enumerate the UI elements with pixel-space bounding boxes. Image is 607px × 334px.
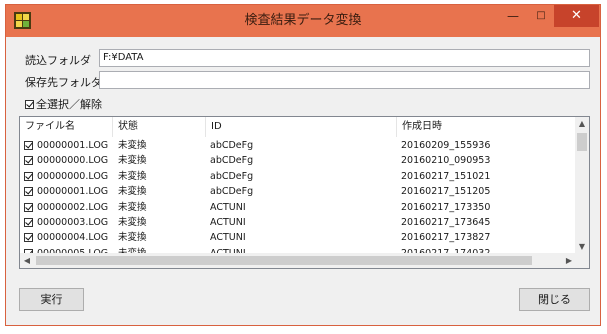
save-folder-label: 保存先フォルダ bbox=[25, 76, 102, 89]
row-id: ACTUNI bbox=[210, 201, 246, 213]
row-id: abCDeFg bbox=[210, 170, 254, 182]
row-id: abCDeFg bbox=[210, 155, 254, 167]
scroll-up-icon[interactable]: ▲ bbox=[575, 117, 589, 131]
minimize-button[interactable]: — bbox=[500, 5, 526, 27]
title-bar[interactable]: 検査結果データ変換 — □ ✕ bbox=[6, 5, 600, 37]
row-created: 20160217_173827 bbox=[401, 232, 491, 244]
row-created: 20160217_173645 bbox=[401, 216, 491, 228]
row-checkbox[interactable] bbox=[24, 156, 33, 166]
row-filename: 00000004.LOG bbox=[37, 232, 109, 244]
row-filename: 00000000.LOG bbox=[37, 170, 109, 182]
row-created: 20160210_090953 bbox=[401, 155, 491, 167]
file-list[interactable]: ファイル名 状態 ID 作成日時 00000001.LOG 未変換 abCDeF… bbox=[19, 116, 590, 269]
row-filename: 00000000.LOG bbox=[37, 155, 109, 167]
row-filename: 00000001.LOG bbox=[37, 140, 109, 151]
row-status: 未変換 bbox=[118, 155, 147, 167]
maximize-button[interactable]: □ bbox=[528, 5, 554, 27]
row-filename: 00000002.LOG bbox=[37, 201, 109, 213]
select-all-label: 全選択／解除 bbox=[36, 98, 102, 111]
app-window: 検査結果データ変換 — □ ✕ 読込フォルダ F:¥DATA 保存先フォルダ 全… bbox=[5, 4, 601, 326]
scrollbar-corner bbox=[575, 253, 589, 268]
select-all-toggle[interactable]: 全選択／解除 bbox=[25, 98, 102, 112]
execute-button[interactable]: 実行 bbox=[19, 288, 84, 311]
vertical-scrollbar[interactable]: ▲ ▼ bbox=[575, 117, 589, 254]
column-header-filename[interactable]: ファイル名 bbox=[20, 117, 113, 137]
list-header: ファイル名 状態 ID 作成日時 bbox=[20, 117, 576, 137]
table-row[interactable]: 00000001.LOG 未変換 abCDeFg 20160217_151205 bbox=[20, 184, 576, 199]
horizontal-scrollbar[interactable]: ◀ ▶ bbox=[20, 253, 576, 268]
row-id: abCDeFg bbox=[210, 140, 254, 151]
list-rows: 00000001.LOG 未変換 abCDeFg 20160209_155936… bbox=[20, 138, 576, 261]
row-checkbox[interactable] bbox=[24, 233, 33, 243]
row-filename: 00000001.LOG bbox=[37, 186, 109, 198]
row-checkbox[interactable] bbox=[24, 217, 33, 227]
horizontal-scroll-thumb[interactable] bbox=[36, 256, 532, 265]
row-created: 20160217_151205 bbox=[401, 186, 491, 198]
table-row[interactable]: 00000000.LOG 未変換 abCDeFg 20160217_151021 bbox=[20, 169, 576, 184]
vertical-scroll-thumb[interactable] bbox=[577, 133, 587, 151]
scroll-left-icon[interactable]: ◀ bbox=[20, 253, 34, 268]
row-checkbox[interactable] bbox=[24, 141, 33, 150]
row-created: 20160217_173350 bbox=[401, 201, 491, 213]
table-row[interactable]: 00000001.LOG 未変換 abCDeFg 20160209_155936 bbox=[20, 138, 576, 153]
row-id: abCDeFg bbox=[210, 186, 254, 198]
row-status: 未変換 bbox=[118, 232, 147, 244]
row-created: 20160209_155936 bbox=[401, 140, 491, 151]
close-window-button[interactable]: ✕ bbox=[554, 5, 599, 27]
read-folder-label: 読込フォルダ bbox=[25, 54, 91, 67]
row-checkbox[interactable] bbox=[24, 187, 33, 197]
select-all-checkbox[interactable] bbox=[25, 100, 34, 109]
row-checkbox[interactable] bbox=[24, 202, 33, 212]
close-button[interactable]: 閉じる bbox=[519, 288, 590, 311]
row-status: 未変換 bbox=[118, 186, 147, 198]
row-status: 未変換 bbox=[118, 170, 147, 182]
row-status: 未変換 bbox=[118, 216, 147, 228]
column-header-created[interactable]: 作成日時 bbox=[397, 117, 576, 137]
row-id: ACTUNI bbox=[210, 232, 246, 244]
save-folder-field[interactable] bbox=[99, 71, 590, 89]
row-filename: 00000003.LOG bbox=[37, 216, 109, 228]
scroll-right-icon[interactable]: ▶ bbox=[562, 253, 576, 268]
scroll-down-icon[interactable]: ▼ bbox=[575, 240, 589, 254]
row-checkbox[interactable] bbox=[24, 171, 33, 181]
table-row[interactable]: 00000004.LOG 未変換 ACTUNI 20160217_173827 bbox=[20, 230, 576, 245]
table-row[interactable]: 00000000.LOG 未変換 abCDeFg 20160210_090953 bbox=[20, 153, 576, 168]
column-header-id[interactable]: ID bbox=[206, 117, 397, 137]
table-row[interactable]: 00000003.LOG 未変換 ACTUNI 20160217_173645 bbox=[20, 215, 576, 230]
row-id: ACTUNI bbox=[210, 216, 246, 228]
row-created: 20160217_151021 bbox=[401, 170, 491, 182]
column-header-status[interactable]: 状態 bbox=[113, 117, 206, 137]
row-status: 未変換 bbox=[118, 140, 147, 151]
read-folder-field[interactable]: F:¥DATA bbox=[99, 49, 590, 67]
table-row[interactable]: 00000002.LOG 未変換 ACTUNI 20160217_173350 bbox=[20, 200, 576, 215]
row-status: 未変換 bbox=[118, 201, 147, 213]
